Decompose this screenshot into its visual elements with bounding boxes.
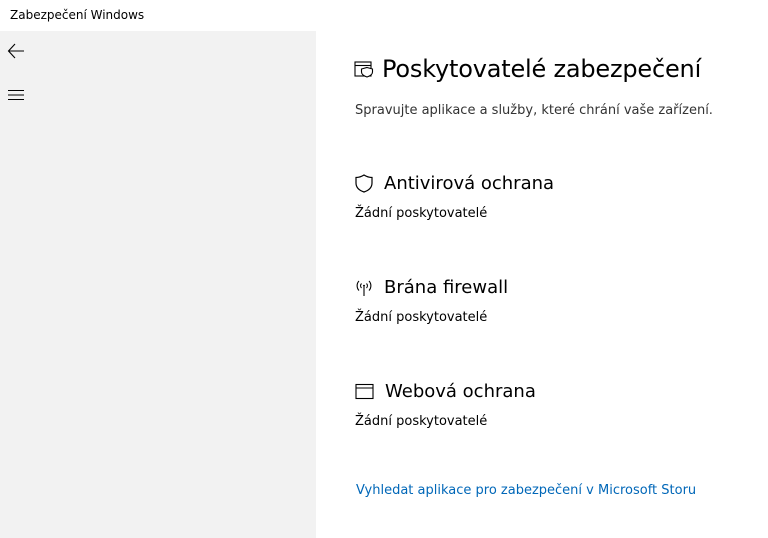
back-button[interactable] [0,35,32,67]
shield-icon [355,174,373,193]
page-header: Poskytovatelé zabezpečení [354,55,701,83]
app-window: Zabezpečení Windows Poskytovatelé zabezp… [0,0,768,538]
section-title: Brána firewall [384,277,509,298]
hamburger-menu-icon [8,89,24,101]
sidebar [0,31,316,538]
section-status: Žádní poskytovatelé [355,310,488,325]
firewall-antenna-icon [355,278,373,297]
section-firewall: Brána firewall Žádní poskytovatelé [355,277,755,325]
section-status: Žádní poskytovatelé [355,206,488,221]
page-title: Poskytovatelé zabezpečení [382,55,702,83]
page-subtitle: Spravujte aplikace a služby, které chrán… [355,103,713,118]
window-title: Zabezpečení Windows [10,8,145,22]
title-bar[interactable]: Zabezpečení Windows [0,0,768,31]
section-title: Antivirová ochrana [384,173,555,194]
arrow-left-icon [7,43,25,59]
section-antivirus: Antivirová ochrana Žádní poskytovatelé [355,173,755,221]
menu-button[interactable] [0,79,32,111]
store-search-link[interactable]: Vyhledat aplikace pro zabezpečení v Micr… [356,483,696,498]
shield-in-window-icon [354,60,374,78]
browser-window-icon [355,383,374,400]
section-title: Webová ochrana [385,381,536,402]
section-web-protection: Webová ochrana Žádní poskytovatelé [355,381,755,429]
main-content: Poskytovatelé zabezpečení Spravujte apli… [316,31,768,538]
section-status: Žádní poskytovatelé [355,414,488,429]
